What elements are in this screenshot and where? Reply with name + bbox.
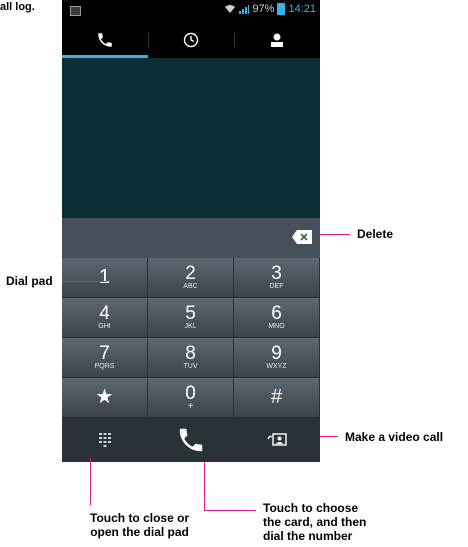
key-letters: JKL (184, 323, 197, 330)
key-letters: ABC (183, 283, 198, 290)
key-0[interactable]: 0 + (148, 378, 234, 418)
gallery-notification-icon (70, 6, 81, 16)
callout-choose-card-line3: dial the number (263, 529, 353, 543)
key-2[interactable]: 2 ABC (148, 258, 234, 298)
key-letters: TUV (183, 363, 198, 370)
key-digit: # (270, 386, 283, 408)
number-display-area (62, 58, 320, 218)
callout-line-choose-card-v (204, 462, 205, 510)
key-digit: 6 (271, 303, 282, 324)
key-digit: 5 (185, 303, 196, 324)
key-digit: 2 (185, 263, 196, 284)
key-star[interactable]: ★ (62, 378, 148, 418)
callout-choose-card-line1: Touch to choose (263, 501, 359, 515)
key-letters: DEF (269, 283, 284, 290)
key-hash[interactable]: # (234, 378, 320, 418)
wifi-icon (225, 5, 236, 13)
callout-dial-pad: Dial pad (6, 274, 53, 288)
delete-row (62, 218, 320, 258)
video-call-icon (267, 433, 287, 446)
key-letters: MNO (268, 323, 285, 330)
callout-close-pad-line2: open the dial pad (90, 525, 189, 539)
key-digit: 8 (185, 343, 196, 364)
callout-line-video (320, 436, 338, 437)
key-8[interactable]: 8 TUV (148, 338, 234, 378)
callout-line-dial-pad (62, 281, 106, 282)
key-5[interactable]: 5 JKL (148, 298, 234, 338)
tab-bar (62, 21, 320, 58)
tab-contacts[interactable] (234, 21, 320, 58)
key-1[interactable]: 1 (62, 258, 148, 298)
video-call-button[interactable] (234, 418, 320, 462)
key-digit: 1 (98, 266, 111, 288)
backspace-icon[interactable] (292, 230, 312, 244)
callout-delete: Delete (357, 227, 394, 241)
callout-close-pad-line1: Touch to close or (90, 511, 190, 525)
key-4[interactable]: 4 GHI (62, 298, 148, 338)
phone-screen: 97% 14:21 1 2 ABC 3 DEF 4 GHI 5 JKL 6 MN… (62, 0, 320, 462)
clock-icon (183, 32, 199, 47)
key-letters: WXYZ (266, 363, 287, 370)
callout-video-call: Make a video call (345, 430, 444, 444)
key-letters: GHI (98, 323, 111, 330)
phone-icon (179, 428, 203, 452)
tab-call-log[interactable] (148, 21, 234, 58)
bottom-action-bar (62, 418, 320, 462)
key-letters: + (187, 401, 194, 412)
status-bar: 97% 14:21 (62, 0, 320, 21)
callout-choose-card-line2: the card, and then (263, 515, 367, 529)
signal-icon (239, 5, 250, 14)
callout-choose-card: Touch to choose the card, and then dial … (263, 501, 366, 543)
doc-heading-fragment: all log. (0, 1, 35, 13)
key-3[interactable]: 3 DEF (234, 258, 320, 298)
key-9[interactable]: 9 WXYZ (234, 338, 320, 378)
phone-icon (98, 32, 112, 47)
key-6[interactable]: 6 MNO (234, 298, 320, 338)
key-digit: 4 (99, 303, 110, 324)
callout-line-delete (320, 234, 350, 235)
key-letters: PQRS (94, 363, 115, 370)
callout-line-choose-card-h (204, 510, 256, 511)
key-digit: 9 (271, 343, 282, 364)
key-7[interactable]: 7 PQRS (62, 338, 148, 378)
battery-icon (277, 3, 286, 15)
status-indicators: 97% 14:21 (224, 3, 316, 15)
dialpad-grid-icon (99, 433, 111, 447)
callout-close-pad: Touch to close or open the dial pad (90, 511, 189, 539)
key-digit: 7 (99, 343, 110, 364)
callout-line-close-pad (90, 458, 91, 505)
call-button[interactable] (148, 418, 234, 462)
key-digit: ★ (95, 386, 114, 408)
key-digit: 3 (271, 263, 282, 284)
battery-percent: 97% (252, 3, 275, 15)
toggle-dialpad-button[interactable] (62, 418, 148, 462)
person-icon (271, 33, 283, 47)
clock-time: 14:21 (288, 3, 316, 15)
tab-dialer[interactable] (62, 21, 148, 58)
dial-pad: 1 2 ABC 3 DEF 4 GHI 5 JKL 6 MNO 7 PQRS 8… (62, 258, 320, 418)
